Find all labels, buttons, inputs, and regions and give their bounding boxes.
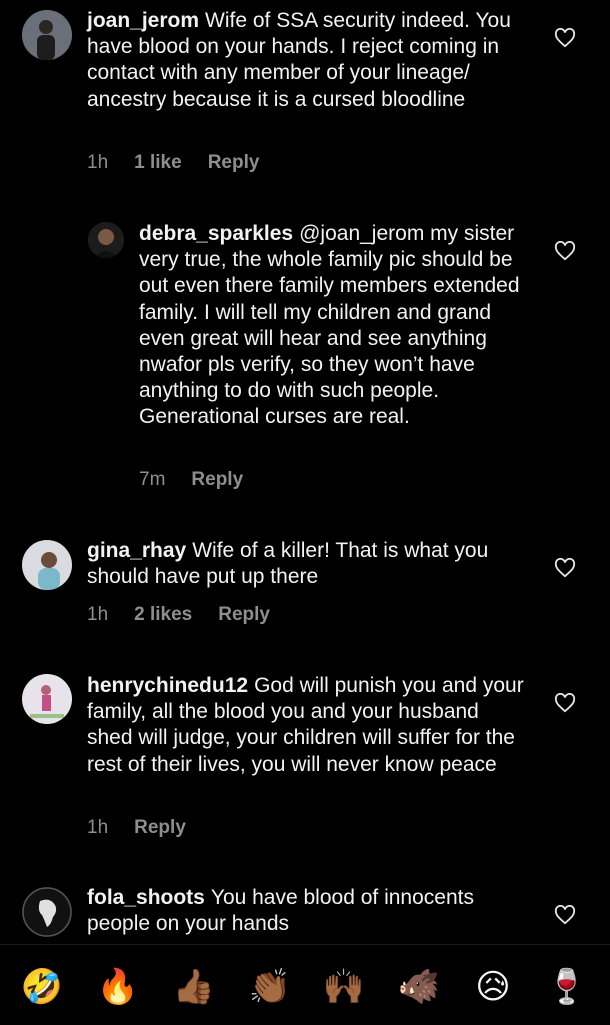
fire-emoji[interactable]: 🔥 bbox=[96, 965, 140, 1009]
heart-icon[interactable] bbox=[554, 28, 576, 48]
avatar[interactable] bbox=[22, 887, 72, 937]
heart-icon[interactable] bbox=[554, 693, 576, 713]
comment-username[interactable]: joan_jerom bbox=[87, 9, 199, 32]
comment-username[interactable]: gina_rhay bbox=[87, 539, 186, 562]
reply-button[interactable]: Reply bbox=[218, 604, 270, 626]
comment-username[interactable]: henrychinedu12 bbox=[87, 674, 248, 697]
avatar[interactable] bbox=[22, 674, 72, 724]
comment-time: 1h bbox=[87, 817, 109, 838]
heart-icon[interactable] bbox=[554, 241, 576, 261]
comment-meta: 7m Reply bbox=[139, 469, 243, 491]
heart-icon[interactable] bbox=[554, 558, 576, 578]
comment-username[interactable]: debra_sparkles bbox=[139, 222, 293, 245]
avatar[interactable] bbox=[22, 10, 72, 60]
comment-likes[interactable]: 1 like bbox=[134, 152, 182, 174]
raised-hands-emoji[interactable]: 🙌🏾 bbox=[322, 965, 366, 1009]
comment-username[interactable]: fola_shoots bbox=[87, 886, 205, 909]
comment-time: 7m bbox=[139, 469, 166, 490]
rofl-emoji[interactable]: 🤣 bbox=[20, 965, 64, 1009]
reply-button[interactable]: Reply bbox=[134, 817, 186, 839]
comment-time: 1h bbox=[87, 604, 109, 625]
reply-button[interactable]: Reply bbox=[208, 152, 260, 174]
wine-glass-emoji[interactable]: 🍷 bbox=[545, 965, 589, 1009]
heart-icon[interactable] bbox=[554, 905, 576, 925]
avatar[interactable] bbox=[88, 222, 124, 258]
avatar[interactable] bbox=[22, 540, 72, 590]
comment-meta: 1h 1 like Reply bbox=[87, 152, 259, 174]
emoji-reaction-bar: 🤣 🔥 👍🏾 👏🏾 🙌🏾 🐗 😥 🍷 bbox=[0, 944, 610, 1025]
comment-likes[interactable]: 2 likes bbox=[134, 604, 192, 626]
comment-meta: 1h 2 likes Reply bbox=[87, 604, 270, 626]
thumbs-up-emoji[interactable]: 👍🏾 bbox=[172, 965, 216, 1009]
comment-text: @joan_jerom my sister very true, the who… bbox=[139, 222, 520, 429]
boar-emoji[interactable]: 🐗 bbox=[397, 965, 441, 1009]
reply-button[interactable]: Reply bbox=[191, 469, 243, 491]
comment-meta: 1h Reply bbox=[87, 817, 186, 839]
comment-time: 1h bbox=[87, 152, 109, 173]
sad-relieved-emoji[interactable]: 😥 bbox=[471, 965, 515, 1009]
clapping-emoji[interactable]: 👏🏾 bbox=[248, 965, 292, 1009]
